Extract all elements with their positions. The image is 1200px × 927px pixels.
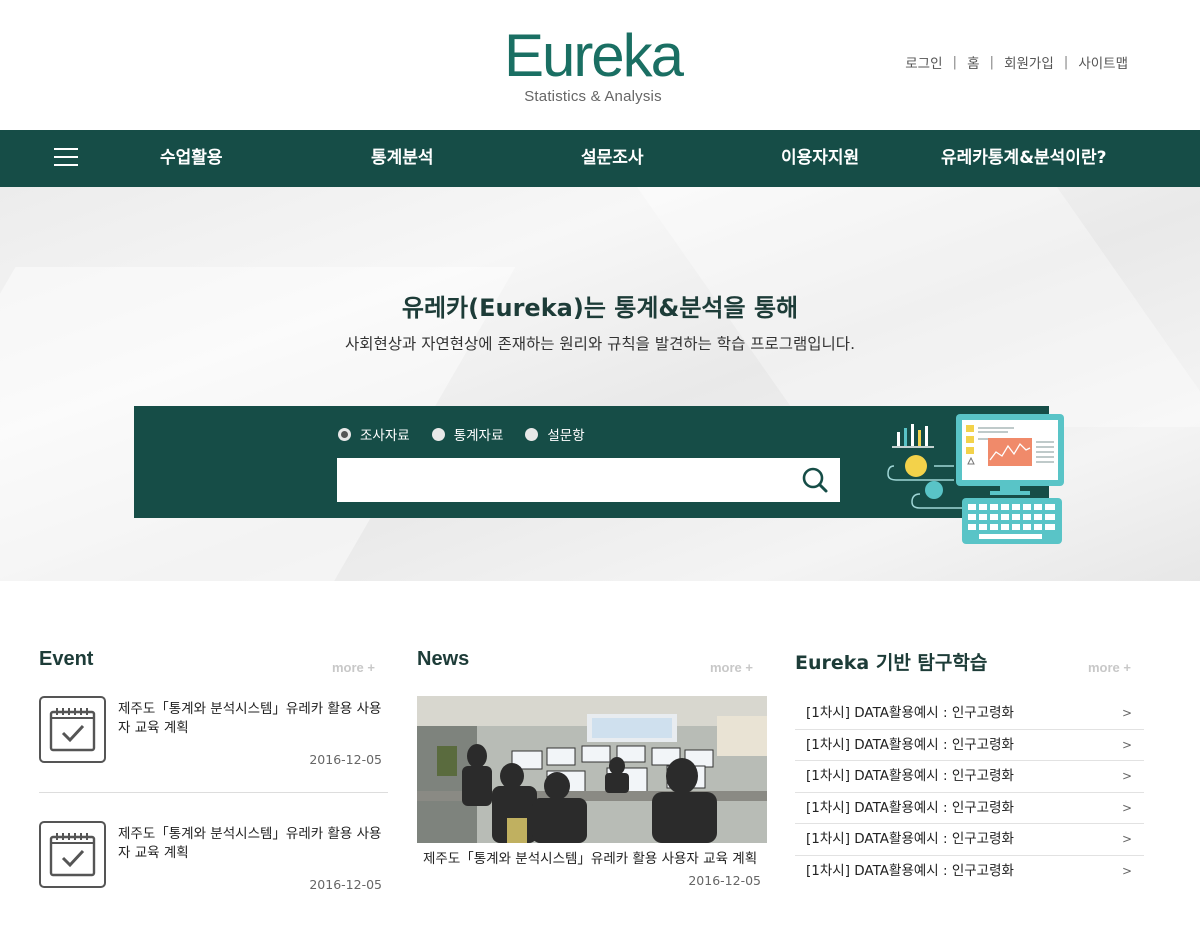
chevron-right-icon: > <box>1121 737 1132 752</box>
search-input[interactable] <box>337 458 840 502</box>
nav-item-class[interactable]: 수업활용 <box>160 130 223 187</box>
chevron-right-icon: > <box>1121 706 1132 720</box>
chevron-right-icon: > <box>1121 800 1132 815</box>
list-item-label: [1차시] DATA활용예시 : 인구고령화 <box>806 768 1014 785</box>
sitemap-link[interactable]: 사이트맵 <box>1078 52 1128 72</box>
list-item[interactable]: [1차시] DATA활용예시 : 인구고령화 > <box>795 730 1144 762</box>
event-section: Event more + 제주도「통계와 분석시스템」유레카 활용 사용자 교육… <box>39 648 388 892</box>
list-item[interactable]: [1차시] DATA활용예시 : 인구고령화 > <box>795 793 1144 825</box>
event-item-text[interactable]: 제주도「통계와 분석시스템」유레카 활용 사용자 교육 계획 <box>118 700 388 738</box>
util-separator: | <box>1063 54 1069 70</box>
list-item[interactable]: [1차시] DATA활용예시 : 인구고령화 > <box>795 824 1144 856</box>
radio-label: 조사자료 <box>360 428 410 444</box>
list-item[interactable]: [1차시] DATA활용예시 : 인구고령화 > <box>795 856 1144 888</box>
news-more-link[interactable]: more + <box>710 660 753 675</box>
list-item-label: [1차시] DATA활용예시 : 인구고령화 <box>806 862 1014 879</box>
logo-sub-text: Statistics & Analysis <box>524 88 662 105</box>
radio-button[interactable] <box>431 427 445 441</box>
hero-subtitle: 사회현상과 자연현상에 존재하는 원리와 규칙을 발견하는 학습 프로그램입니다… <box>345 335 855 353</box>
event-item-date: 2016-12-05 <box>309 752 382 767</box>
search-type-radios: 조사자료 통계자료 설문항 <box>338 424 607 444</box>
main-nav: 수업활용 통계분석 설문조사 이용자지원 유레카통계&분석이란? <box>0 130 1200 187</box>
event-divider <box>39 792 388 793</box>
list-item[interactable]: [1차시] DATA활용예시 : 인구고령화 > <box>795 761 1144 793</box>
signup-link[interactable]: 회원가입 <box>1004 52 1054 72</box>
radio-button-checked[interactable] <box>338 427 351 441</box>
study-section: Eureka 기반 탐구학습 more + [1차시] DATA활용예시 : 인… <box>795 648 1144 879</box>
computer-illustration <box>884 414 1068 558</box>
radio-button[interactable] <box>525 427 539 441</box>
nav-item-support[interactable]: 이용자지원 <box>781 130 859 187</box>
event-item-date: 2016-12-05 <box>309 877 382 892</box>
calendar-check-icon <box>39 821 106 888</box>
chevron-right-icon: > <box>1121 863 1132 878</box>
chevron-right-icon: > <box>1121 769 1132 784</box>
radio-label: 통계자료 <box>453 428 504 444</box>
util-separator: | <box>989 54 995 70</box>
radio-label: 설문항 <box>547 428 585 444</box>
calendar-check-icon <box>39 696 106 763</box>
radio-survey-data[interactable]: 조사자료 <box>338 424 410 444</box>
search-icon[interactable] <box>798 463 832 497</box>
logo[interactable]: Eureka Statistics & Analysis <box>488 26 698 110</box>
event-item-text[interactable]: 제주도「통계와 분석시스템」유레카 활용 사용자 교육 계획 <box>118 825 388 863</box>
utility-links: 로그인 | 홈 | 회원가입 | 사이트맵 <box>905 52 1128 72</box>
list-item-label: [1차시] DATA활용예시 : 인구고령화 <box>806 799 1014 816</box>
login-link[interactable]: 로그인 <box>905 52 942 72</box>
radio-survey-question[interactable]: 설문항 <box>525 424 585 444</box>
util-separator: | <box>952 54 958 70</box>
nav-item-survey[interactable]: 설문조사 <box>581 130 644 187</box>
news-photo[interactable] <box>417 696 767 843</box>
hero-title: 유레카(Eureka)는 통계&분석을 통해 <box>401 294 799 322</box>
news-item-text[interactable]: 제주도「통계와 분석시스템」유레카 활용 사용자 교육 계획 <box>423 850 763 869</box>
menu-icon[interactable] <box>54 148 78 168</box>
study-list: [1차시] DATA활용예시 : 인구고령화 > [1차시] DATA활용예시 :… <box>795 698 1144 888</box>
list-item-label: [1차시] DATA활용예시 : 인구고령화 <box>806 831 1014 848</box>
list-item-label: [1차시] DATA활용예시 : 인구고령화 <box>806 705 1014 721</box>
hero-section: 유레카(Eureka)는 통계&분석을 통해 사회현상과 자연현상에 존재하는 … <box>0 187 1200 581</box>
chevron-right-icon: > <box>1121 832 1132 847</box>
logo-main-text: Eureka <box>503 22 684 89</box>
list-item-label: [1차시] DATA활용예시 : 인구고령화 <box>806 736 1014 753</box>
event-item[interactable]: 제주도「통계와 분석시스템」유레카 활용 사용자 교육 계획 2016-12-0… <box>39 821 388 921</box>
site-header: Eureka Statistics & Analysis 로그인 | 홈 | 회… <box>0 0 1200 130</box>
list-item[interactable]: [1차시] DATA활용예시 : 인구고령화 > <box>795 698 1144 730</box>
home-link[interactable]: 홈 <box>967 52 979 72</box>
radio-statistics-data[interactable]: 통계자료 <box>431 424 504 444</box>
nav-item-about[interactable]: 유레카통계&분석이란? <box>941 130 1106 187</box>
event-item[interactable]: 제주도「통계와 분석시스템」유레카 활용 사용자 교육 계획 2016-12-0… <box>39 696 388 796</box>
news-section: News more + 제주도「통계와 분석시스템」유레카 활용 사용자 교육 … <box>417 648 767 888</box>
nav-item-statistics[interactable]: 통계분석 <box>371 130 434 187</box>
news-item-date: 2016-12-05 <box>688 873 761 888</box>
study-more-link[interactable]: more + <box>1088 660 1131 675</box>
event-more-link[interactable]: more + <box>332 660 375 675</box>
